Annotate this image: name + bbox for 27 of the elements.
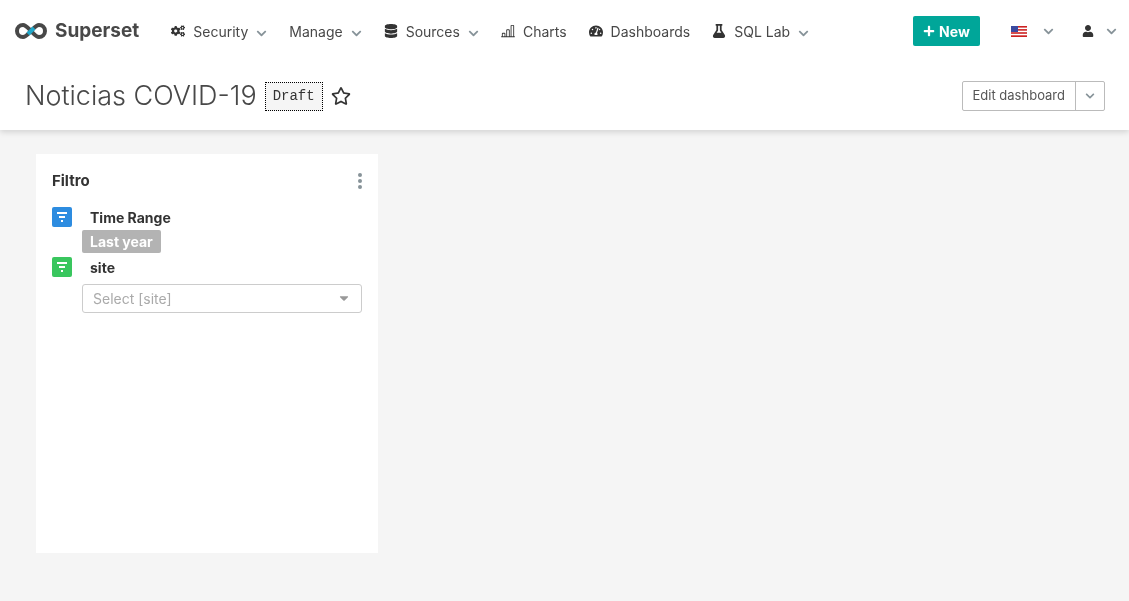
nav-menu-item[interactable]: Sources	[375, 20, 487, 42]
chevron-down-icon	[1085, 91, 1095, 101]
flag-icon	[1011, 25, 1027, 37]
database-icon	[383, 24, 398, 38]
nav-menu-item[interactable]: Dashboards	[580, 20, 699, 42]
nav-menu-item[interactable]: Charts	[492, 20, 575, 42]
more-options-icon[interactable]	[358, 173, 362, 190]
gauge-icon	[588, 24, 603, 38]
language-menu[interactable]	[1011, 25, 1054, 37]
filter-label: site	[90, 257, 115, 278]
infinity-logo-icon	[15, 22, 47, 40]
brand-name[interactable]: Superset	[55, 16, 140, 46]
user-menu[interactable]	[1082, 25, 1117, 37]
star-icon	[330, 86, 351, 106]
bar-chart-icon	[500, 24, 515, 38]
filter-label: Time Range	[90, 207, 171, 228]
nav-menu-item[interactable]: Security	[163, 20, 276, 42]
plus-icon	[923, 25, 936, 37]
user-icon	[1082, 25, 1094, 37]
card-title: Filtro	[52, 170, 90, 192]
gears-icon	[171, 24, 186, 38]
draft-badge: Draft	[264, 81, 323, 111]
nav-menu-item[interactable]: SQL Lab	[704, 20, 818, 42]
nav-menu-item[interactable]: Manage	[281, 20, 370, 42]
flask-icon	[712, 24, 727, 38]
dashboard-title: Noticias COVID-19	[25, 77, 257, 114]
star-button[interactable]	[330, 86, 351, 106]
